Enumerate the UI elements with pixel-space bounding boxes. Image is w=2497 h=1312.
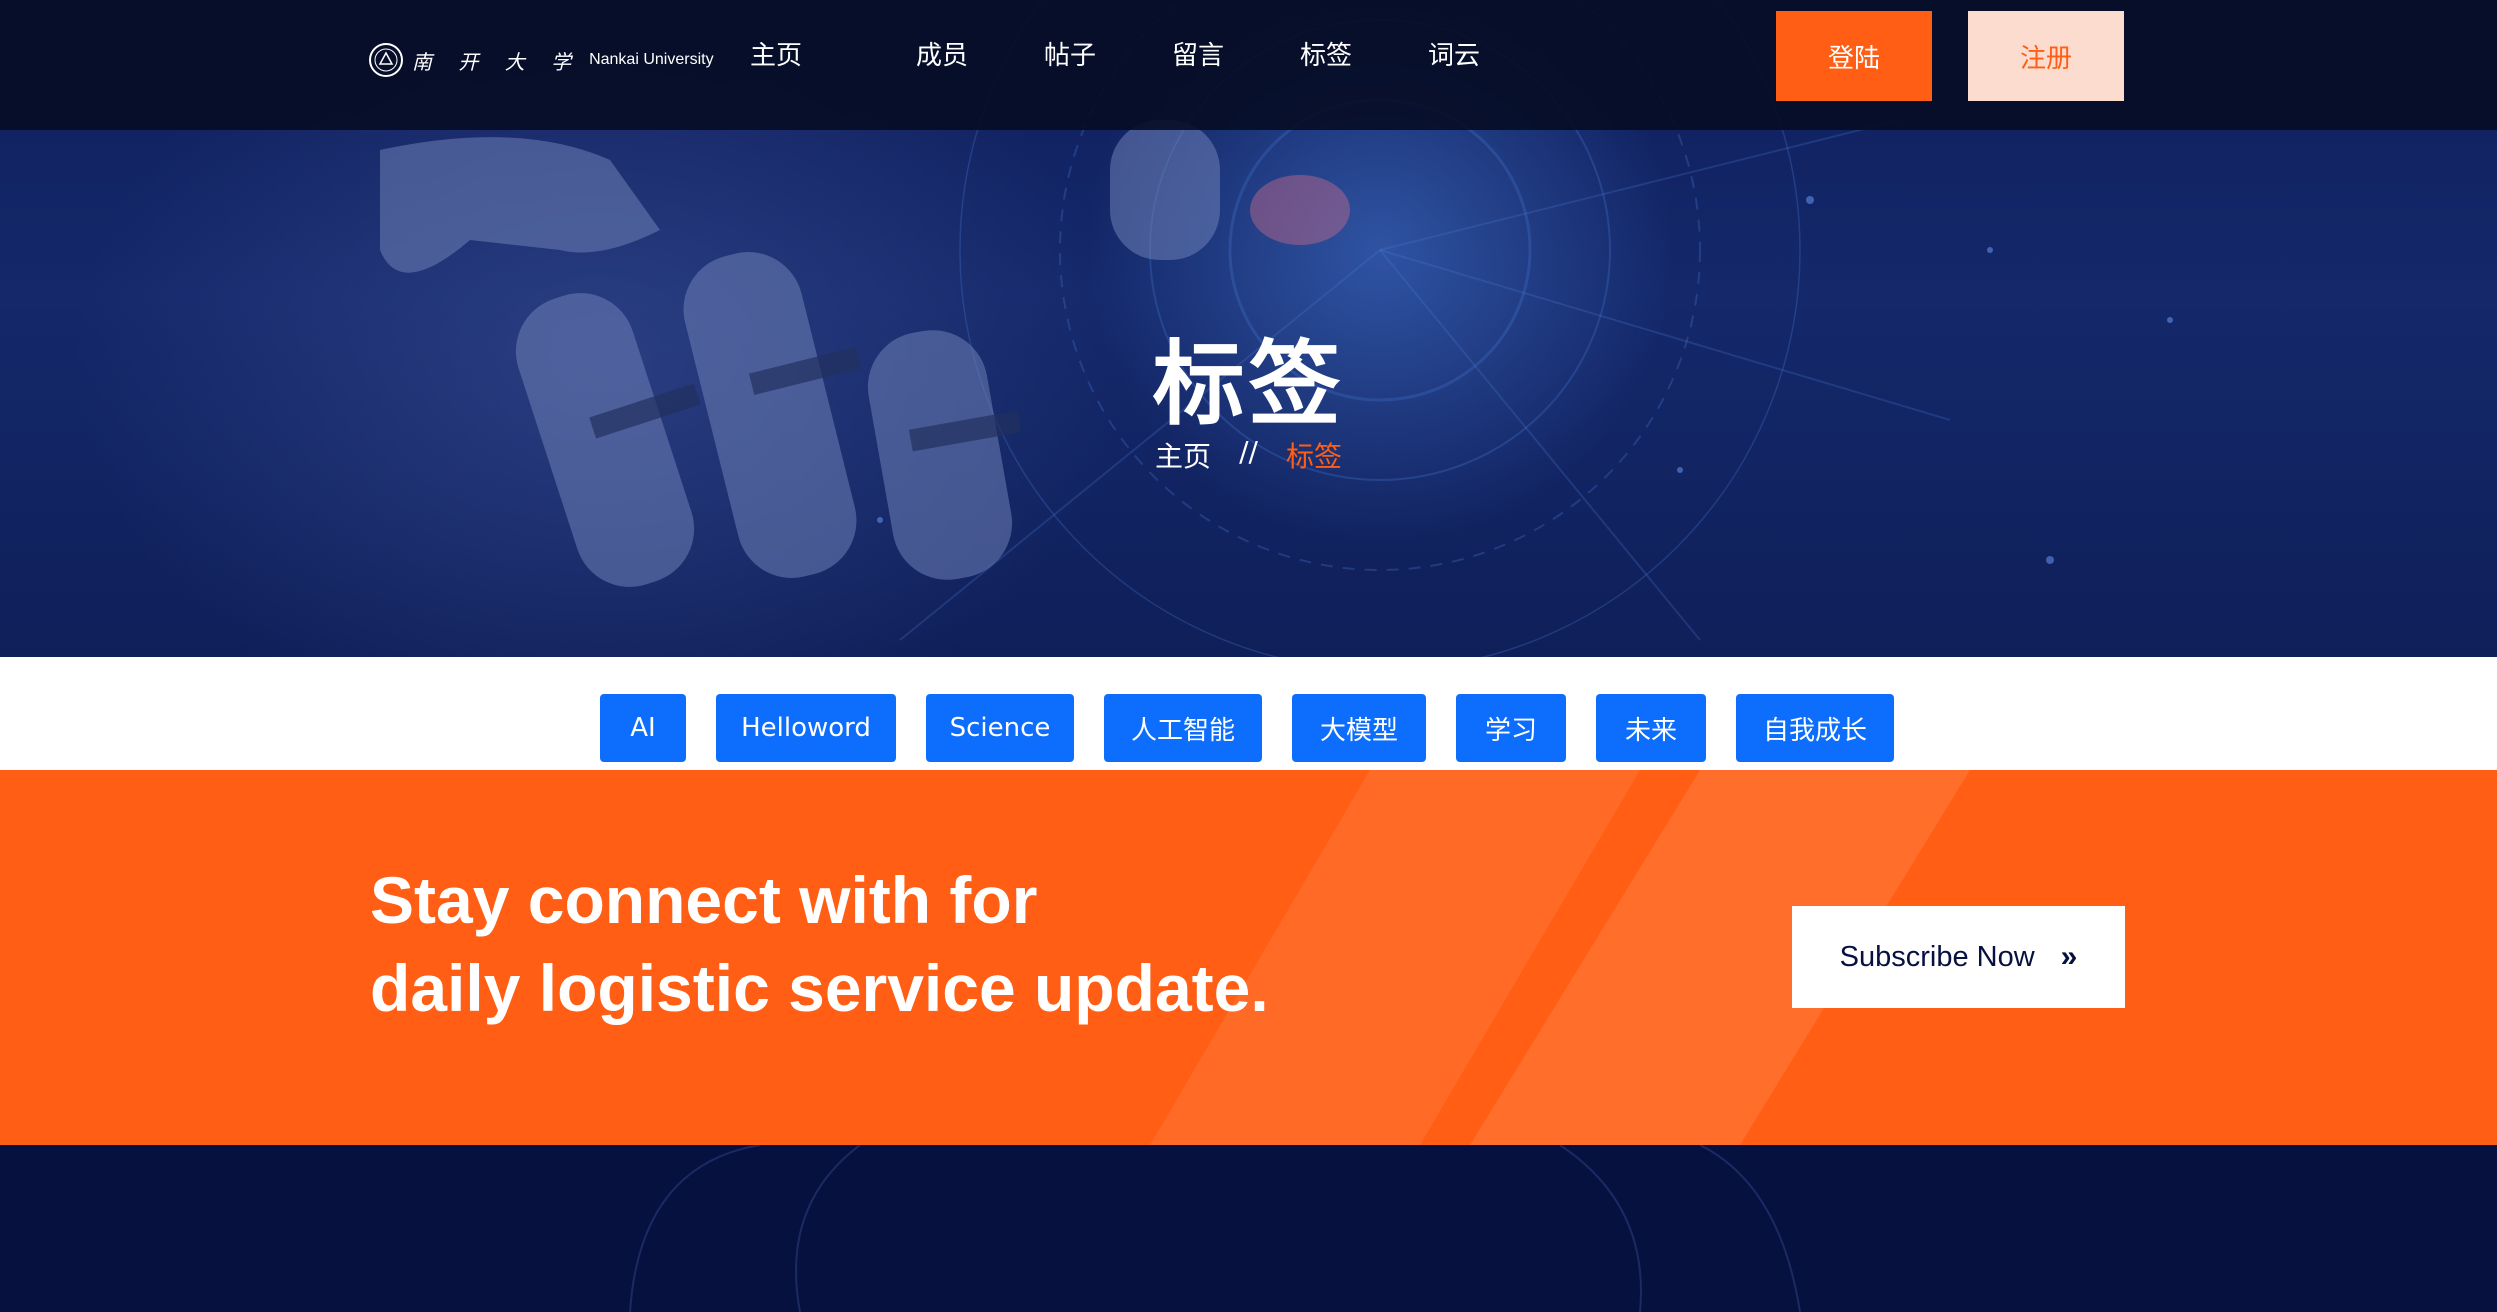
- footer: [0, 1145, 2497, 1312]
- logo-english-text: Nankai University: [589, 51, 714, 68]
- breadcrumb-separator: //: [1239, 435, 1258, 468]
- logo-chinese-text: 南 开 大 学: [412, 49, 582, 74]
- breadcrumb-current: 标签: [1285, 440, 1342, 473]
- breadcrumb: 主页 // 标签: [0, 435, 2497, 475]
- double-chevron-right-icon: »: [2060, 940, 2078, 973]
- footer-decoration: [629, 1145, 1801, 1312]
- university-seal-icon: [369, 43, 403, 77]
- newsletter-headline-line1: Stay connect with for: [370, 863, 1038, 937]
- newsletter-headline-line2: daily logistic service update.: [370, 951, 1269, 1025]
- nav-members[interactable]: 成员: [878, 34, 1006, 78]
- nav-word-cloud[interactable]: 词云: [1390, 34, 1518, 78]
- login-button[interactable]: 登陆: [1776, 11, 1932, 101]
- tag-self-growth[interactable]: 自我成长: [1736, 694, 1894, 762]
- nav-tags[interactable]: 标签: [1262, 34, 1390, 78]
- tag-helloword[interactable]: Helloword: [716, 694, 896, 762]
- tag-artificial-intelligence[interactable]: 人工智能: [1104, 694, 1262, 762]
- subscribe-button-label: Subscribe Now: [1839, 940, 2035, 973]
- subscribe-button[interactable]: Subscribe Now »: [1792, 906, 2125, 1008]
- tag-large-model[interactable]: 大模型: [1292, 694, 1426, 762]
- nav-posts[interactable]: 帖子: [1006, 34, 1134, 78]
- university-logo[interactable]: 南 开 大 学 Nankai University: [368, 40, 714, 80]
- nav-messages[interactable]: 留言: [1134, 34, 1262, 78]
- hero-banner: 南 开 大 学 Nankai University 主页 成员 帖子 留言 标签…: [0, 0, 2497, 657]
- main-menu: 主页 成员 帖子 留言 标签 词云: [750, 34, 1518, 78]
- tag-list: AI Helloword Science 人工智能 大模型 学习 未来 自我成长: [0, 657, 2497, 770]
- tag-study[interactable]: 学习: [1456, 694, 1566, 762]
- tag-science[interactable]: Science: [926, 694, 1074, 762]
- register-button[interactable]: 注册: [1968, 11, 2124, 101]
- tag-ai[interactable]: AI: [600, 694, 686, 762]
- tag-future[interactable]: 未来: [1596, 694, 1706, 762]
- top-navbar: 南 开 大 学 Nankai University 主页 成员 帖子 留言 标签…: [0, 0, 2497, 130]
- breadcrumb-home-link[interactable]: 主页: [1155, 435, 1211, 475]
- nav-home[interactable]: 主页: [750, 34, 802, 78]
- page-title: 标签: [1152, 331, 1345, 438]
- newsletter-banner: Stay connect with for daily logistic ser…: [0, 770, 2497, 1145]
